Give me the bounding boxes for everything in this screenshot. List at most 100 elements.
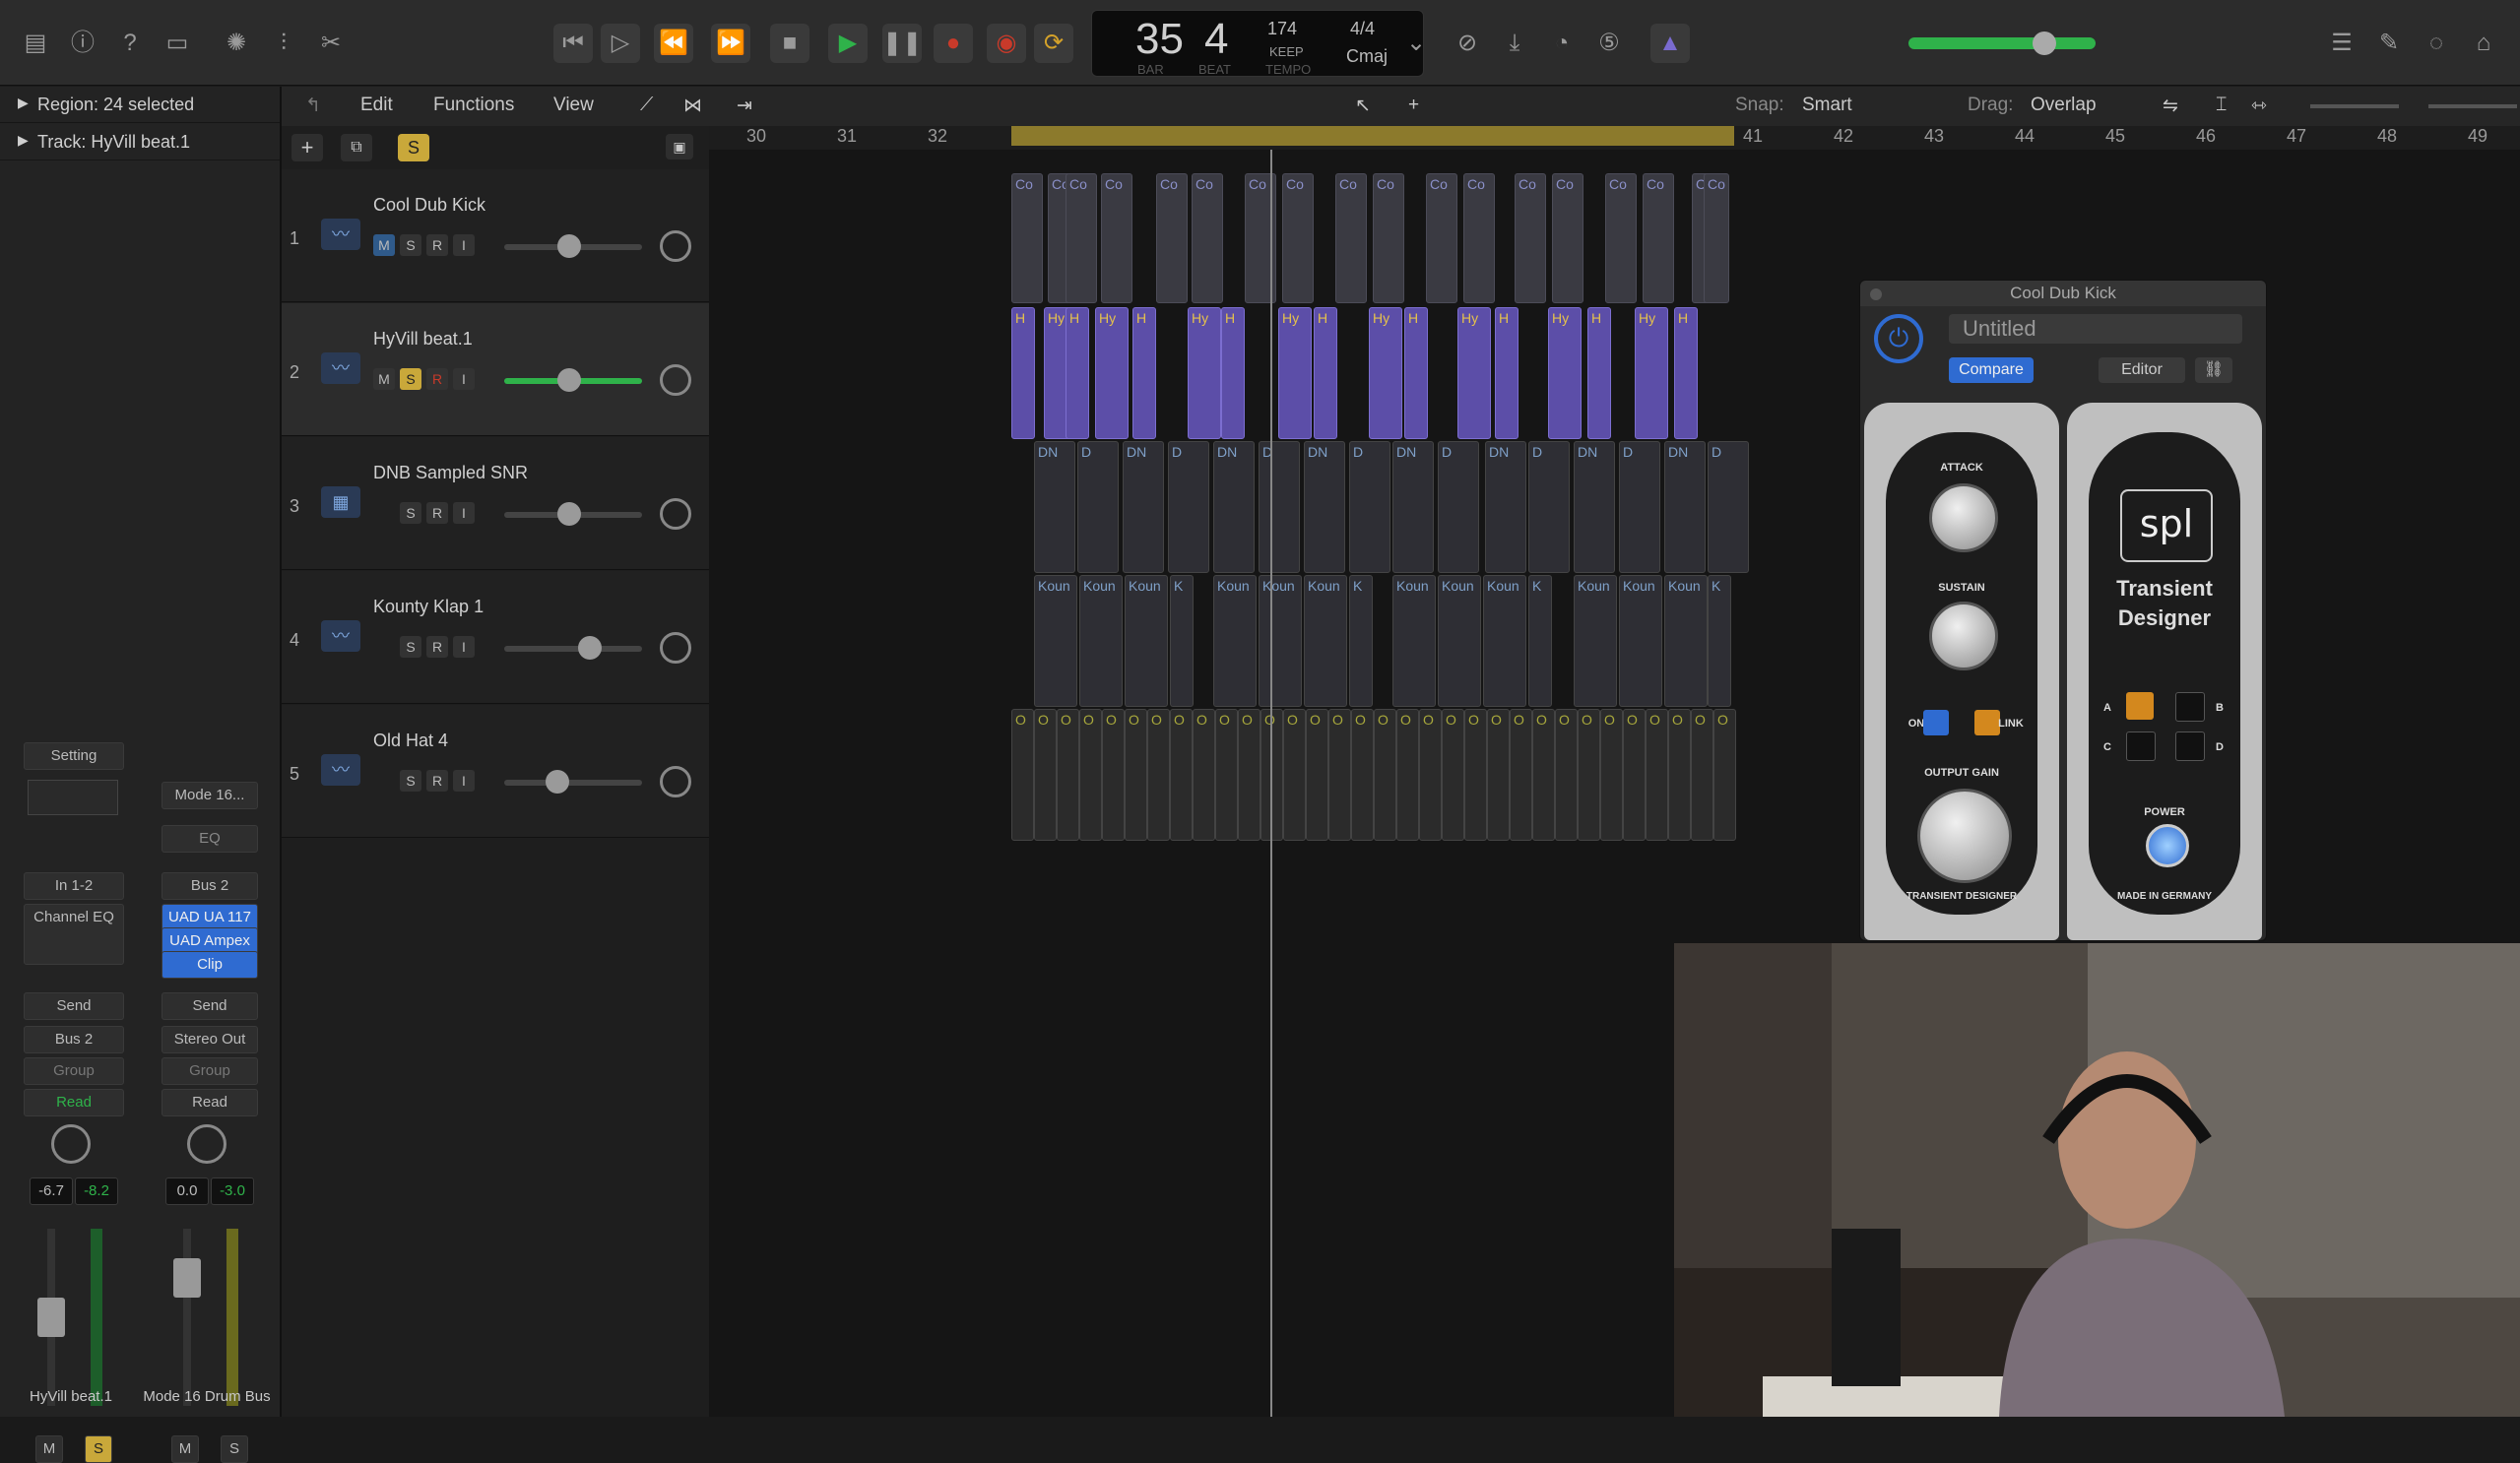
hat-region[interactable]: O xyxy=(1170,709,1193,841)
catch-icon[interactable]: ⇥ xyxy=(737,95,752,117)
mute-button[interactable]: M xyxy=(171,1435,199,1463)
kick-region[interactable]: Co xyxy=(1373,173,1404,303)
fit-horizontal-icon[interactable]: ⇿ xyxy=(2251,95,2267,117)
editor-select[interactable]: Editor xyxy=(2099,357,2185,383)
hat-region[interactable]: O xyxy=(1011,709,1034,841)
disclosure-triangle-icon[interactable]: ▶ xyxy=(18,132,29,149)
lcd-chevron-icon[interactable]: ⌄ xyxy=(1406,24,1426,63)
input-monitor-button[interactable]: I xyxy=(453,368,475,390)
snare-region[interactable]: DN xyxy=(1034,441,1075,573)
master-volume-knob[interactable] xyxy=(2033,32,2056,55)
hyvill-region[interactable]: H xyxy=(1495,307,1518,439)
disclosure-triangle-icon[interactable]: ▶ xyxy=(18,95,29,111)
count-in-icon[interactable]: ⑤ xyxy=(1589,24,1629,63)
track-inspector-header[interactable]: ▶ Track: HyVill beat.1 xyxy=(0,124,280,160)
hyvill-region[interactable]: H xyxy=(1011,307,1035,439)
snare-region[interactable]: DN xyxy=(1392,441,1434,573)
kick-region[interactable]: Co xyxy=(1605,173,1637,303)
sustain-knob[interactable] xyxy=(1929,602,1998,670)
input-monitor-button[interactable]: I xyxy=(453,234,475,256)
play-from-selection-icon[interactable]: ▷ xyxy=(601,24,640,63)
browsers-icon[interactable]: ⌂ xyxy=(2464,24,2503,63)
klap-region[interactable]: K xyxy=(1170,575,1194,707)
volume-fader-track[interactable] xyxy=(173,1229,201,1406)
record-enable-button[interactable]: R xyxy=(426,234,448,256)
region-inspector-header[interactable]: ▶ Region: 24 selected xyxy=(0,87,280,123)
snare-region[interactable]: DN xyxy=(1304,441,1345,573)
plugin-title-bar[interactable]: Cool Dub Kick xyxy=(1860,281,2266,306)
hyvill-region[interactable]: Hy xyxy=(1095,307,1129,439)
solo-button[interactable]: S xyxy=(400,636,421,658)
kick-region[interactable]: Co xyxy=(1643,173,1674,303)
hat-region[interactable]: O xyxy=(1125,709,1147,841)
send-slot[interactable]: Send xyxy=(162,992,258,1020)
kick-region[interactable]: Co xyxy=(1335,173,1367,303)
input-monitor-button[interactable]: I xyxy=(453,770,475,792)
hat-region[interactable]: O xyxy=(1442,709,1464,841)
hat-region[interactable]: O xyxy=(1623,709,1646,841)
fit-vertical-icon[interactable]: ⌶ xyxy=(2216,95,2227,116)
mute-button[interactable]: M xyxy=(373,234,395,256)
bypass-power-icon[interactable]: ⏻ xyxy=(1874,314,1923,363)
klap-region[interactable]: Koun xyxy=(1574,575,1617,707)
hat-region[interactable]: O xyxy=(1374,709,1396,841)
smart-controls-icon[interactable]: ✺ xyxy=(217,24,256,63)
hat-region[interactable]: O xyxy=(1713,709,1736,841)
hat-region[interactable]: O xyxy=(1238,709,1260,841)
track-pan-knob[interactable] xyxy=(660,766,691,797)
plugin-slot-3[interactable]: Clip xyxy=(162,951,258,979)
quick-help-icon[interactable]: ? xyxy=(110,24,150,63)
play-icon[interactable]: ▶ xyxy=(828,24,868,63)
hat-region[interactable]: O xyxy=(1487,709,1510,841)
record-icon[interactable]: ● xyxy=(934,24,973,63)
hat-region[interactable]: O xyxy=(1283,709,1306,841)
track-pan-knob[interactable] xyxy=(660,632,691,664)
hat-region[interactable]: O xyxy=(1034,709,1057,841)
volume-fader-knob[interactable] xyxy=(173,1258,201,1298)
mute-button[interactable]: M xyxy=(373,368,395,390)
hat-region[interactable]: O xyxy=(1668,709,1691,841)
input-monitor-button[interactable]: I xyxy=(453,636,475,658)
hyvill-region[interactable]: H xyxy=(1674,307,1698,439)
snare-region[interactable]: D xyxy=(1349,441,1390,573)
track-header[interactable]: 3 ▦ DNB Sampled SNR S R I xyxy=(282,437,709,570)
hat-region[interactable]: O xyxy=(1464,709,1487,841)
track-volume-knob[interactable] xyxy=(557,502,581,526)
solo-button[interactable]: S xyxy=(221,1435,248,1463)
hat-region[interactable]: O xyxy=(1532,709,1555,841)
send-slot[interactable]: Send xyxy=(24,992,124,1020)
solo-button[interactable]: S xyxy=(400,234,421,256)
preset-menu[interactable]: Untitled xyxy=(1949,314,2242,344)
record-enable-button[interactable]: R xyxy=(426,368,448,390)
hat-region[interactable]: O xyxy=(1691,709,1713,841)
go-to-beginning-icon[interactable]: ⏮ xyxy=(553,24,593,63)
vertical-zoom-slider[interactable] xyxy=(2310,104,2399,108)
track-name[interactable]: DNB Sampled SNR xyxy=(373,463,528,483)
power-button[interactable] xyxy=(2146,824,2189,867)
snare-region[interactable]: DN xyxy=(1664,441,1706,573)
track-name[interactable]: Cool Dub Kick xyxy=(373,195,485,216)
solo-button[interactable]: S xyxy=(85,1435,112,1463)
track-volume-knob[interactable] xyxy=(557,234,581,258)
horizontal-zoom-slider[interactable] xyxy=(2428,104,2517,108)
kick-region[interactable]: Co xyxy=(1192,173,1223,303)
hat-region[interactable]: O xyxy=(1396,709,1419,841)
stop-icon[interactable]: ■ xyxy=(770,24,809,63)
kick-region[interactable]: Co xyxy=(1011,173,1043,303)
input-monitor-button[interactable]: I xyxy=(453,502,475,524)
kick-region[interactable]: Co xyxy=(1282,173,1314,303)
master-volume-slider[interactable] xyxy=(1908,32,2096,55)
klap-region[interactable]: K xyxy=(1349,575,1373,707)
hat-region[interactable]: O xyxy=(1555,709,1578,841)
hat-region[interactable]: O xyxy=(1193,709,1215,841)
group-slot[interactable]: Group xyxy=(162,1057,258,1085)
compare-button[interactable]: Compare xyxy=(1949,357,2034,383)
track-volume-knob[interactable] xyxy=(557,368,581,392)
snare-region[interactable]: DN xyxy=(1574,441,1615,573)
snare-region[interactable]: DN xyxy=(1485,441,1526,573)
kick-region[interactable]: Co xyxy=(1101,173,1132,303)
back-arrow-icon[interactable]: ↰ xyxy=(305,95,321,117)
snare-region[interactable]: DN xyxy=(1123,441,1164,573)
track-name[interactable]: Kounty Klap 1 xyxy=(373,597,484,617)
note-pad-icon[interactable]: ✎ xyxy=(2369,24,2409,63)
